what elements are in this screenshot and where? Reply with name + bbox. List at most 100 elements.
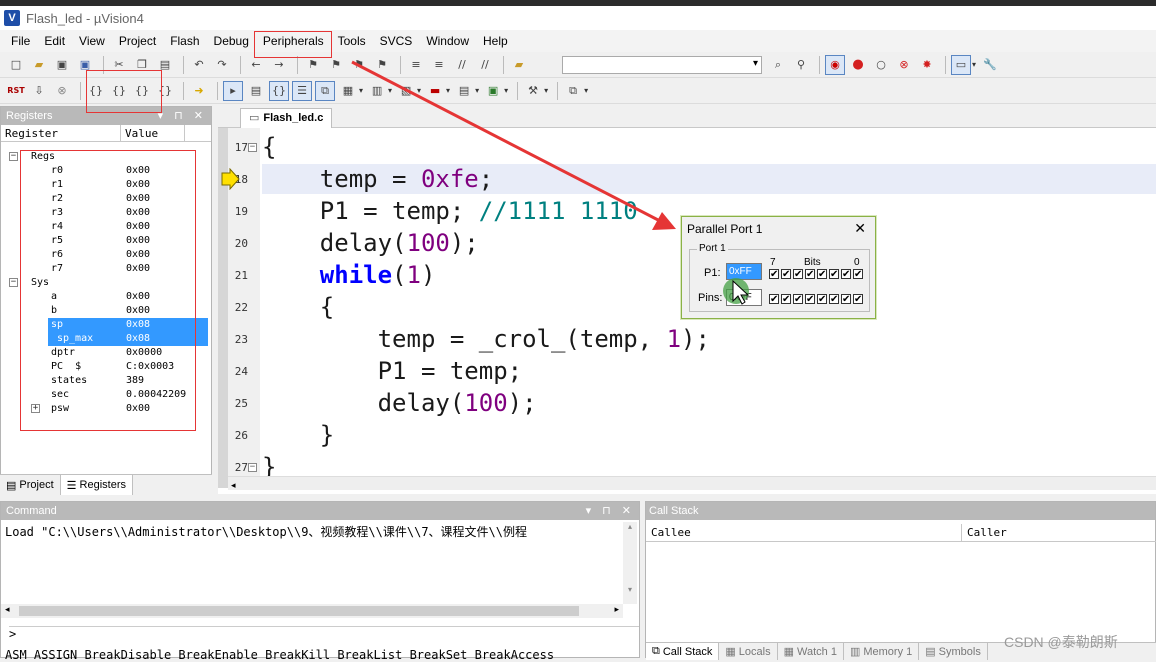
command-prompt[interactable]: >	[9, 626, 639, 641]
chevron-down-icon[interactable]: ▾	[446, 86, 450, 95]
breakpoint-kill-all-icon[interactable]: ✸	[917, 55, 937, 75]
fold-collapse-icon[interactable]: −	[248, 143, 257, 152]
unindent-icon[interactable]: ≡	[429, 55, 449, 75]
code-line-18[interactable]: temp = 0xfe;	[262, 164, 493, 194]
menu-svcs[interactable]: SVCS	[373, 30, 420, 52]
reset-cpu-button[interactable]: RST	[6, 81, 26, 101]
menu-window[interactable]: Window	[419, 30, 476, 52]
bit-checkbox[interactable]: ✔	[769, 294, 779, 305]
configure-icon[interactable]: 🔧	[980, 55, 1000, 75]
show-next-statement-icon[interactable]: ➜	[189, 81, 209, 101]
code-line-19[interactable]: P1 = temp; //1111 1110	[262, 196, 638, 226]
chevron-down-icon[interactable]: ▾	[972, 60, 976, 69]
window-layout-icon[interactable]: ▭	[951, 54, 971, 75]
bit-checkbox[interactable]: ✔	[769, 269, 779, 280]
column-caller[interactable]: Caller	[962, 524, 1007, 541]
tab-symbols[interactable]: ▤ Symbols	[919, 643, 988, 660]
panel-header-controls[interactable]: ▾ ⊓ ✕	[586, 502, 635, 520]
save-icon[interactable]: ▣	[52, 55, 72, 75]
menu-help[interactable]: Help	[476, 30, 515, 52]
code-line-17[interactable]: {	[262, 132, 276, 162]
bit-checkbox[interactable]: ✔	[781, 294, 791, 305]
bit-checkbox[interactable]: ✔	[805, 294, 815, 305]
chevron-down-icon[interactable]: ▾	[584, 86, 588, 95]
code-line-26[interactable]: }	[262, 420, 334, 450]
comment-icon[interactable]: //	[452, 55, 472, 75]
serial-window-icon[interactable]: ▧	[396, 81, 416, 101]
editor-tab-flash-led[interactable]: ▭ Flash_led.c	[240, 108, 333, 128]
watch-window-icon[interactable]: ▦	[338, 81, 358, 101]
menu-tools[interactable]: Tools	[331, 30, 373, 52]
registers-window-icon[interactable]: ☰	[292, 80, 312, 101]
bookmark-clear-icon[interactable]: ⚑	[372, 55, 392, 75]
column-register[interactable]: Register	[1, 125, 121, 141]
window-arrange-icon[interactable]: ⧉	[563, 81, 583, 101]
scrollbar-thumb[interactable]	[19, 606, 579, 616]
debug-session-icon[interactable]: ◉	[825, 54, 845, 75]
code-line-23[interactable]: temp = _crol_(temp, 1);	[262, 324, 710, 354]
code-line-21[interactable]: while(1)	[262, 260, 436, 290]
menu-view[interactable]: View	[72, 30, 112, 52]
bit-checkbox[interactable]: ✔	[853, 269, 863, 280]
column-value[interactable]: Value	[121, 125, 185, 141]
find-combo[interactable]	[562, 55, 762, 74]
bit-checkbox[interactable]: ✔	[841, 294, 851, 305]
menu-debug[interactable]: Debug	[207, 30, 256, 52]
chevron-down-icon[interactable]: ▾	[504, 86, 508, 95]
menu-edit[interactable]: Edit	[37, 30, 72, 52]
bit-checkbox[interactable]: ✔	[781, 269, 791, 280]
chevron-down-icon[interactable]: ▾	[475, 86, 479, 95]
undo-icon[interactable]: ↶	[189, 55, 209, 75]
command-horizontal-scrollbar[interactable]: ◂ ▸	[1, 604, 623, 618]
command-window-icon[interactable]: ▸	[223, 80, 243, 101]
indent-icon[interactable]: ≡	[406, 55, 426, 75]
open-folder-icon[interactable]: ▰	[29, 55, 49, 75]
chevron-down-icon[interactable]: ▾	[417, 86, 421, 95]
find-in-files-icon[interactable]: ▰	[509, 55, 529, 75]
menu-file[interactable]: File	[4, 30, 37, 52]
tab-memory-1[interactable]: ▥ Memory 1	[844, 643, 920, 660]
chevron-down-icon[interactable]: ▾	[388, 86, 392, 95]
column-callee[interactable]: Callee	[646, 524, 962, 541]
bit-checkbox[interactable]: ✔	[829, 269, 839, 280]
bit-checkbox[interactable]: ✔	[841, 269, 851, 280]
chevron-down-icon[interactable]: ▾	[544, 86, 548, 95]
bit-checkbox[interactable]: ✔	[817, 269, 827, 280]
code-line-22[interactable]: {	[262, 292, 334, 322]
run-icon[interactable]: ⇩	[29, 81, 49, 101]
code-line-20[interactable]: delay(100);	[262, 228, 479, 258]
tab-call-stack[interactable]: ⧉ Call Stack	[646, 643, 720, 660]
chevron-down-icon[interactable]: ▾	[359, 86, 363, 95]
incremental-find-icon[interactable]: ⚲	[791, 55, 811, 75]
menu-flash[interactable]: Flash	[163, 30, 206, 52]
breakpoint-disable-all-icon[interactable]: ⊗	[894, 55, 914, 75]
breakpoint-icon[interactable]: ●	[848, 55, 868, 75]
new-file-icon[interactable]: □	[6, 55, 26, 75]
tab-watch-1[interactable]: ▦ Watch 1	[778, 643, 844, 660]
redo-icon[interactable]: ↷	[212, 55, 232, 75]
scroll-right-icon[interactable]: ▸	[614, 604, 619, 615]
bit-checkbox[interactable]: ✔	[853, 294, 863, 305]
system-viewer-icon[interactable]: ▣	[483, 81, 503, 101]
scroll-left-icon[interactable]: ◂	[228, 480, 236, 490]
dialog-close-icon[interactable]: ✕	[854, 220, 866, 237]
breakpoint-disable-icon[interactable]: ○	[871, 55, 891, 75]
bit-checkbox[interactable]: ✔	[817, 294, 827, 305]
scroll-left-icon[interactable]: ◂	[1, 604, 10, 614]
bit-checkbox[interactable]: ✔	[793, 294, 803, 305]
bookmark-next-icon[interactable]: ⚑	[349, 55, 369, 75]
tab-project[interactable]: ▤ Project	[0, 475, 61, 495]
trace-window-icon[interactable]: ▤	[454, 81, 474, 101]
uncomment-icon[interactable]: //	[475, 55, 495, 75]
menu-project[interactable]: Project	[112, 30, 163, 52]
disassembly-window-icon[interactable]: ▤	[246, 81, 266, 101]
memory-window-icon[interactable]: ▥	[367, 81, 387, 101]
tab-locals[interactable]: ▦ Locals	[719, 643, 778, 660]
tab-registers[interactable]: ☰ Registers	[60, 475, 133, 495]
code-line-24[interactable]: P1 = temp;	[262, 356, 523, 386]
panel-header-controls[interactable]: ▾ ⊓ ✕	[158, 107, 207, 125]
call-stack-window-icon[interactable]: ⧉	[315, 80, 335, 101]
analysis-window-icon[interactable]: ▬	[425, 81, 445, 101]
command-vertical-scrollbar[interactable]: ▴ ▾	[623, 522, 637, 604]
find-icon[interactable]: ⌕	[768, 55, 788, 75]
